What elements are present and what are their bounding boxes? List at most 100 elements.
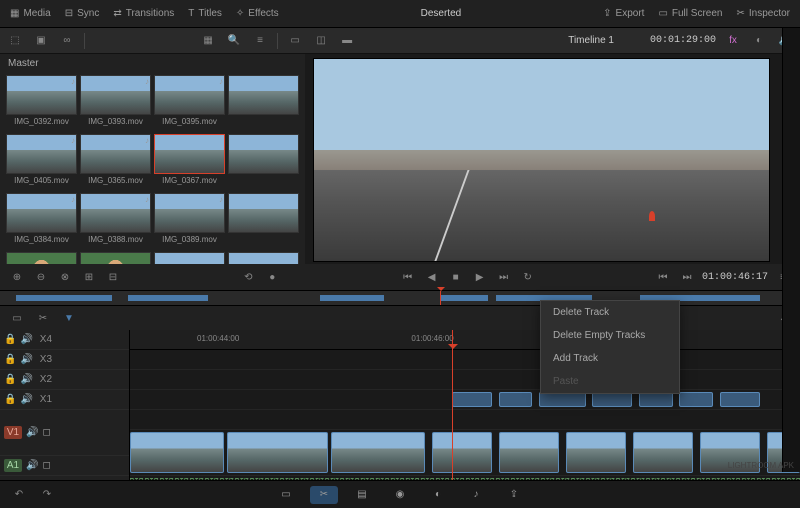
prev-edit-button[interactable]: ⏮ <box>654 268 672 286</box>
media-clip[interactable] <box>228 134 299 190</box>
video-clip[interactable] <box>331 432 425 473</box>
mute-icon[interactable]: 🔊 <box>20 374 32 385</box>
undo-button[interactable]: ↶ <box>10 486 28 504</box>
media-clip[interactable] <box>154 252 225 264</box>
bin-name[interactable]: Master <box>0 54 305 73</box>
video-clip[interactable] <box>432 432 492 473</box>
ripple-button[interactable]: ⊟ <box>104 268 122 286</box>
media-clip[interactable]: ♪IMG_0389.mov <box>154 193 225 249</box>
tab-effects[interactable]: ✧Effects <box>236 8 279 19</box>
link-button[interactable]: ∞ <box>58 32 76 50</box>
marker-button[interactable]: ▼ <box>60 309 78 327</box>
solo-icon[interactable]: ◻ <box>42 460 50 471</box>
track-header-x2[interactable]: 🔒🔊X2 <box>0 370 129 390</box>
clip[interactable] <box>679 392 713 407</box>
mini-timeline[interactable] <box>0 290 800 306</box>
video-clip[interactable] <box>130 432 224 473</box>
replace-clip-button[interactable]: ⊗ <box>56 268 74 286</box>
selection-tool-button[interactable]: ▭ <box>8 309 26 327</box>
clip[interactable] <box>539 392 586 407</box>
media-clip[interactable] <box>228 252 299 264</box>
media-clip[interactable]: ♪IMG_0384.mov <box>6 193 77 249</box>
ctx-add-track[interactable]: Add Track <box>541 347 679 370</box>
page-cut[interactable]: ✂ <box>310 486 338 504</box>
sync-indicator-button[interactable]: ⟲ <box>239 268 257 286</box>
go-start-button[interactable]: ⏮ <box>399 268 417 286</box>
clip[interactable] <box>452 392 492 407</box>
time-ruler[interactable]: 01:00:44:00 01:00:46:00 01:00:48:00 <box>130 330 800 350</box>
disable-icon[interactable]: ◻ <box>42 427 50 438</box>
record-vo-button[interactable]: ● <box>263 268 281 286</box>
mute-icon[interactable]: 🔊 <box>20 334 32 345</box>
video-clip[interactable] <box>499 432 559 473</box>
source-tape-button[interactable]: ▭ <box>286 32 304 50</box>
media-clip[interactable] <box>6 252 77 264</box>
lock-icon[interactable]: 🔒 <box>4 374 16 385</box>
page-media[interactable]: ▭ <box>272 486 300 504</box>
insert-clip-button[interactable]: ⊕ <box>8 268 26 286</box>
track-header-x3[interactable]: 🔒🔊X3 <box>0 350 129 370</box>
media-clip[interactable]: ♪IMG_0395.mov <box>154 75 225 131</box>
redo-button[interactable]: ↷ <box>38 486 56 504</box>
prev-frame-button[interactable]: ◀ <box>423 268 441 286</box>
color-scope-button[interactable]: ◐ <box>750 32 768 50</box>
tab-transitions[interactable]: ⇄Transitions <box>113 8 174 19</box>
next-frame-button[interactable]: ⏭ <box>495 268 513 286</box>
track-header-a1[interactable]: A1🔊◻ <box>0 456 129 476</box>
dual-viewer-button[interactable]: ◫ <box>312 32 330 50</box>
next-edit-button[interactable]: ⏭ <box>678 268 696 286</box>
tab-sync[interactable]: ⊟Sync <box>65 8 100 19</box>
play-button[interactable]: ▶ <box>471 268 489 286</box>
append-clip-button[interactable]: ⊞ <box>80 268 98 286</box>
track-x3[interactable] <box>130 370 800 390</box>
ctx-delete-track[interactable]: Delete Track <box>541 301 679 324</box>
clip[interactable] <box>639 392 673 407</box>
page-edit[interactable]: ▤ <box>348 486 376 504</box>
viewer-canvas[interactable] <box>313 58 770 262</box>
media-clip[interactable]: ♪IMG_0393.mov <box>80 75 151 131</box>
import-media-button[interactable]: ⬚ <box>6 32 24 50</box>
media-clip[interactable]: IMG_0367.mov <box>154 134 225 190</box>
stop-button[interactable]: ■ <box>447 268 465 286</box>
export-button[interactable]: ⇪Export <box>603 8 644 19</box>
track-x2[interactable] <box>130 390 800 410</box>
media-clip[interactable] <box>228 75 299 131</box>
mute-icon[interactable]: 🔊 <box>26 427 38 438</box>
cinema-viewer-button[interactable]: ▬ <box>338 32 356 50</box>
clip[interactable] <box>592 392 632 407</box>
track-v1[interactable] <box>130 430 800 476</box>
lock-icon[interactable]: 🔒 <box>4 394 16 405</box>
playhead[interactable] <box>452 330 453 480</box>
page-deliver[interactable]: ⇪ <box>500 486 528 504</box>
video-clip[interactable] <box>566 432 626 473</box>
video-clip[interactable] <box>633 432 693 473</box>
clip[interactable] <box>499 392 533 407</box>
mute-icon[interactable]: 🔊 <box>20 354 32 365</box>
tab-media[interactable]: ▦Media <box>10 8 51 19</box>
ctx-delete-empty-tracks[interactable]: Delete Empty Tracks <box>541 324 679 347</box>
clip[interactable] <box>720 392 760 407</box>
loop-button[interactable]: ↻ <box>519 268 537 286</box>
media-clip[interactable] <box>80 252 151 264</box>
thumbnail-view-button[interactable]: ▦ <box>199 32 217 50</box>
tracks-area[interactable]: 01:00:44:00 01:00:46:00 01:00:48:00 <box>130 330 800 480</box>
mute-icon[interactable]: 🔊 <box>26 460 38 471</box>
media-clip[interactable]: ♪IMG_0365.mov <box>80 134 151 190</box>
track-header-v1[interactable]: V1🔊◻ <box>0 410 129 456</box>
page-color[interactable]: ◐ <box>424 486 452 504</box>
inspector-button[interactable]: ✂Inspector <box>736 8 790 19</box>
tab-titles[interactable]: TTitles <box>188 8 222 19</box>
media-clip[interactable] <box>228 193 299 249</box>
page-fairlight[interactable]: ♪ <box>462 486 490 504</box>
track-x1[interactable] <box>130 410 800 430</box>
lock-icon[interactable]: 🔒 <box>4 354 16 365</box>
track-x4[interactable] <box>130 350 800 370</box>
overwrite-clip-button[interactable]: ⊖ <box>32 268 50 286</box>
bypass-fx-button[interactable]: fx <box>724 32 742 50</box>
page-fusion[interactable]: ◉ <box>386 486 414 504</box>
blade-tool-button[interactable]: ✂ <box>34 309 52 327</box>
media-clip[interactable]: ♪IMG_0388.mov <box>80 193 151 249</box>
fullscreen-button[interactable]: ▭Full Screen <box>658 8 722 19</box>
video-clip[interactable] <box>227 432 328 473</box>
media-clip[interactable]: ♪IMG_0392.mov <box>6 75 77 131</box>
